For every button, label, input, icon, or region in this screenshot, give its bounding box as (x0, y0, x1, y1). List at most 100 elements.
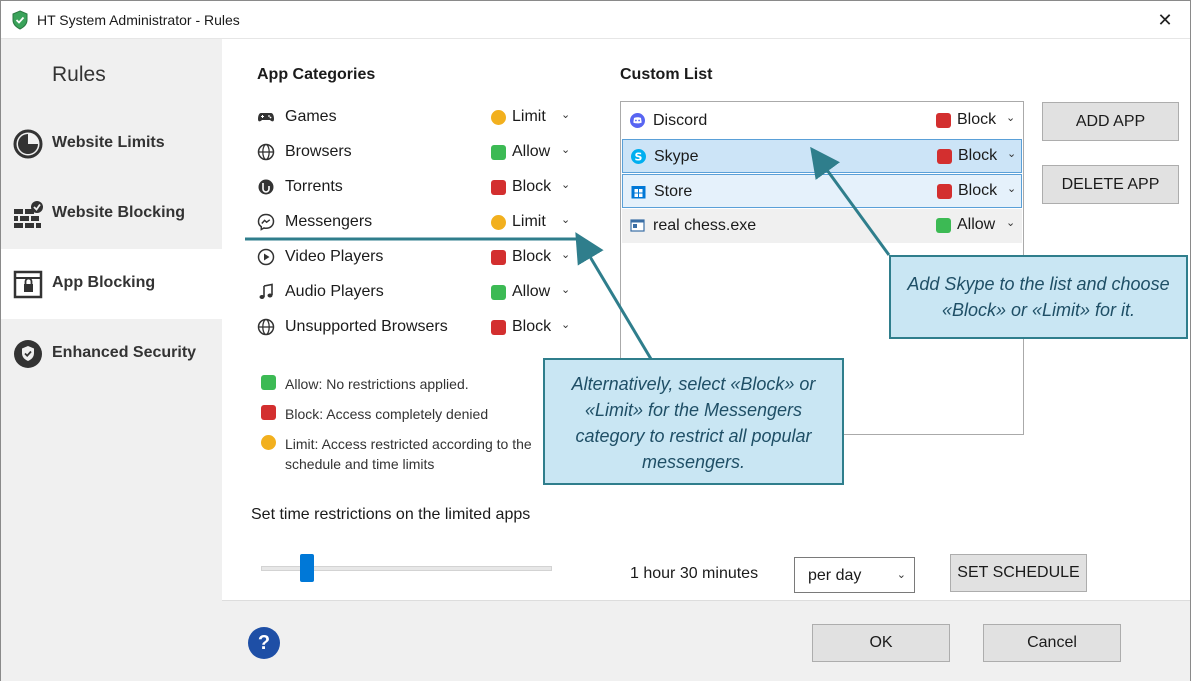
category-status-select[interactable]: Block ⌄ (491, 176, 573, 200)
chevron-down-icon: ⌄ (1007, 148, 1017, 160)
gamepad-icon (258, 113, 274, 122)
svg-text:S: S (635, 151, 643, 164)
messengers-callout: Alternatively, select «Block» or «Limit»… (543, 358, 844, 485)
chevron-down-icon: ⌄ (561, 144, 571, 156)
app-name: real chess.exe (653, 217, 757, 234)
sidebar-item-website-limits[interactable]: Website Limits (1, 109, 222, 179)
chevron-down-icon: ⌄ (561, 249, 571, 261)
chevron-down-icon: ⌄ (561, 179, 571, 191)
app-status-select[interactable]: Block ⌄ (936, 109, 1020, 133)
cancel-button[interactable]: Cancel (983, 624, 1121, 662)
store-icon (631, 186, 646, 199)
block-status-icon (491, 250, 506, 265)
allow-status-icon (491, 145, 506, 160)
status-label: Limit (512, 213, 546, 230)
skype-callout: Add Skype to the list and choose «Block»… (889, 255, 1188, 339)
category-status-select[interactable]: Allow ⌄ (491, 141, 573, 165)
skype-icon: S (631, 149, 646, 164)
status-label: Allow (957, 216, 996, 233)
status-label: Block (958, 182, 998, 199)
status-label: Block (512, 248, 552, 265)
category-row-browsers: Browsers Allow ⌄ (257, 141, 577, 165)
category-status-select[interactable]: Allow ⌄ (491, 281, 573, 305)
category-label: Games (285, 108, 337, 125)
app-categories-heading: App Categories (257, 66, 376, 83)
list-item-real-chess[interactable]: real chess.exe Allow ⌄ (622, 209, 1022, 243)
sidebar-item-label: Website Blocking (52, 204, 186, 221)
limit-status-icon (491, 215, 506, 230)
window-title: HT System Administrator - Rules (37, 12, 240, 28)
app-name: Discord (653, 112, 708, 129)
status-label: Allow (512, 143, 551, 160)
time-restrictions-label: Set time restrictions on the limited app… (251, 506, 531, 523)
period-value: per day (808, 567, 862, 584)
chevron-down-icon: ⌄ (561, 109, 571, 121)
category-row-torrents: Torrents Block ⌄ (257, 176, 577, 200)
set-schedule-button[interactable]: SET SCHEDULE (950, 554, 1087, 592)
status-label: Block (512, 178, 552, 195)
clock-icon (13, 129, 43, 159)
status-label: Block (512, 318, 552, 335)
category-status-select[interactable]: Limit ⌄ (491, 106, 573, 130)
sidebar-item-label: Enhanced Security (52, 344, 197, 361)
delete-app-button[interactable]: DELETE APP (1042, 165, 1179, 204)
sidebar-item-label: Website Limits (52, 134, 165, 151)
allow-status-icon (261, 375, 276, 390)
block-status-icon (936, 113, 951, 128)
exe-window-icon (630, 219, 645, 232)
messenger-icon (257, 213, 275, 231)
category-label: Unsupported Browsers (285, 318, 448, 335)
chevron-down-icon: ⌄ (896, 569, 906, 581)
sidebar-item-website-blocking[interactable]: Website Blocking (1, 179, 222, 249)
ok-button[interactable]: OK (812, 624, 950, 662)
time-value: 1 hour 30 minutes (630, 565, 759, 582)
torrent-icon (258, 179, 274, 195)
category-status-select[interactable]: Limit ⌄ (491, 211, 573, 235)
block-status-icon (937, 184, 952, 199)
list-item-skype[interactable]: S Skype Block ⌄ (622, 139, 1022, 173)
allow-status-icon (491, 285, 506, 300)
category-label: Messengers (285, 213, 373, 230)
app-status-select[interactable]: Allow ⌄ (936, 214, 1020, 238)
category-status-select[interactable]: Block ⌄ (491, 316, 573, 340)
chevron-down-icon: ⌄ (1007, 183, 1017, 195)
block-status-icon (491, 180, 506, 195)
title-bar: HT System Administrator - Rules ✕ (1, 1, 1190, 39)
status-label: Block (957, 111, 997, 128)
chevron-down-icon: ⌄ (561, 319, 571, 331)
list-item-discord[interactable]: Discord Block ⌄ (622, 104, 1022, 138)
block-status-icon (261, 405, 276, 420)
category-status-select[interactable]: Block ⌄ (491, 246, 573, 270)
legend-text: Allow: No restrictions applied. (285, 376, 469, 392)
period-select[interactable]: per day ⌄ (794, 557, 915, 593)
chevron-down-icon: ⌄ (1006, 112, 1016, 124)
category-row-video-players: Video Players Block ⌄ (257, 246, 577, 270)
category-label: Torrents (285, 178, 343, 195)
status-label: Block (958, 147, 998, 164)
app-status-select[interactable]: Block ⌄ (937, 180, 1021, 204)
app-lock-icon (13, 270, 43, 299)
sidebar-item-enhanced-security[interactable]: Enhanced Security (1, 319, 222, 389)
list-item-store[interactable]: Store Block ⌄ (622, 174, 1022, 208)
globe-icon (257, 143, 275, 161)
sidebar-item-app-blocking[interactable]: App Blocking (1, 249, 222, 319)
time-slider-thumb[interactable] (300, 554, 314, 582)
music-note-icon (259, 283, 273, 299)
sidebar: Rules Website Limits Website Blocking Ap… (1, 39, 222, 681)
limit-status-icon (491, 110, 506, 125)
close-icon[interactable]: ✕ (1152, 7, 1178, 33)
footer-bar: ? OK Cancel (222, 600, 1190, 681)
app-status-select[interactable]: Block ⌄ (937, 145, 1021, 169)
category-label: Video Players (285, 248, 384, 265)
play-icon (257, 248, 275, 266)
legend-text: Block: Access completely denied (285, 406, 489, 422)
chevron-down-icon: ⌄ (561, 214, 571, 226)
status-label: Allow (512, 283, 551, 300)
block-status-icon (491, 320, 506, 335)
block-status-icon (937, 149, 952, 164)
category-row-messengers: Messengers Limit ⌄ (257, 211, 577, 235)
help-icon[interactable]: ? (248, 627, 280, 659)
discord-icon (630, 113, 645, 128)
chevron-down-icon: ⌄ (1006, 217, 1016, 229)
add-app-button[interactable]: ADD APP (1042, 102, 1179, 141)
